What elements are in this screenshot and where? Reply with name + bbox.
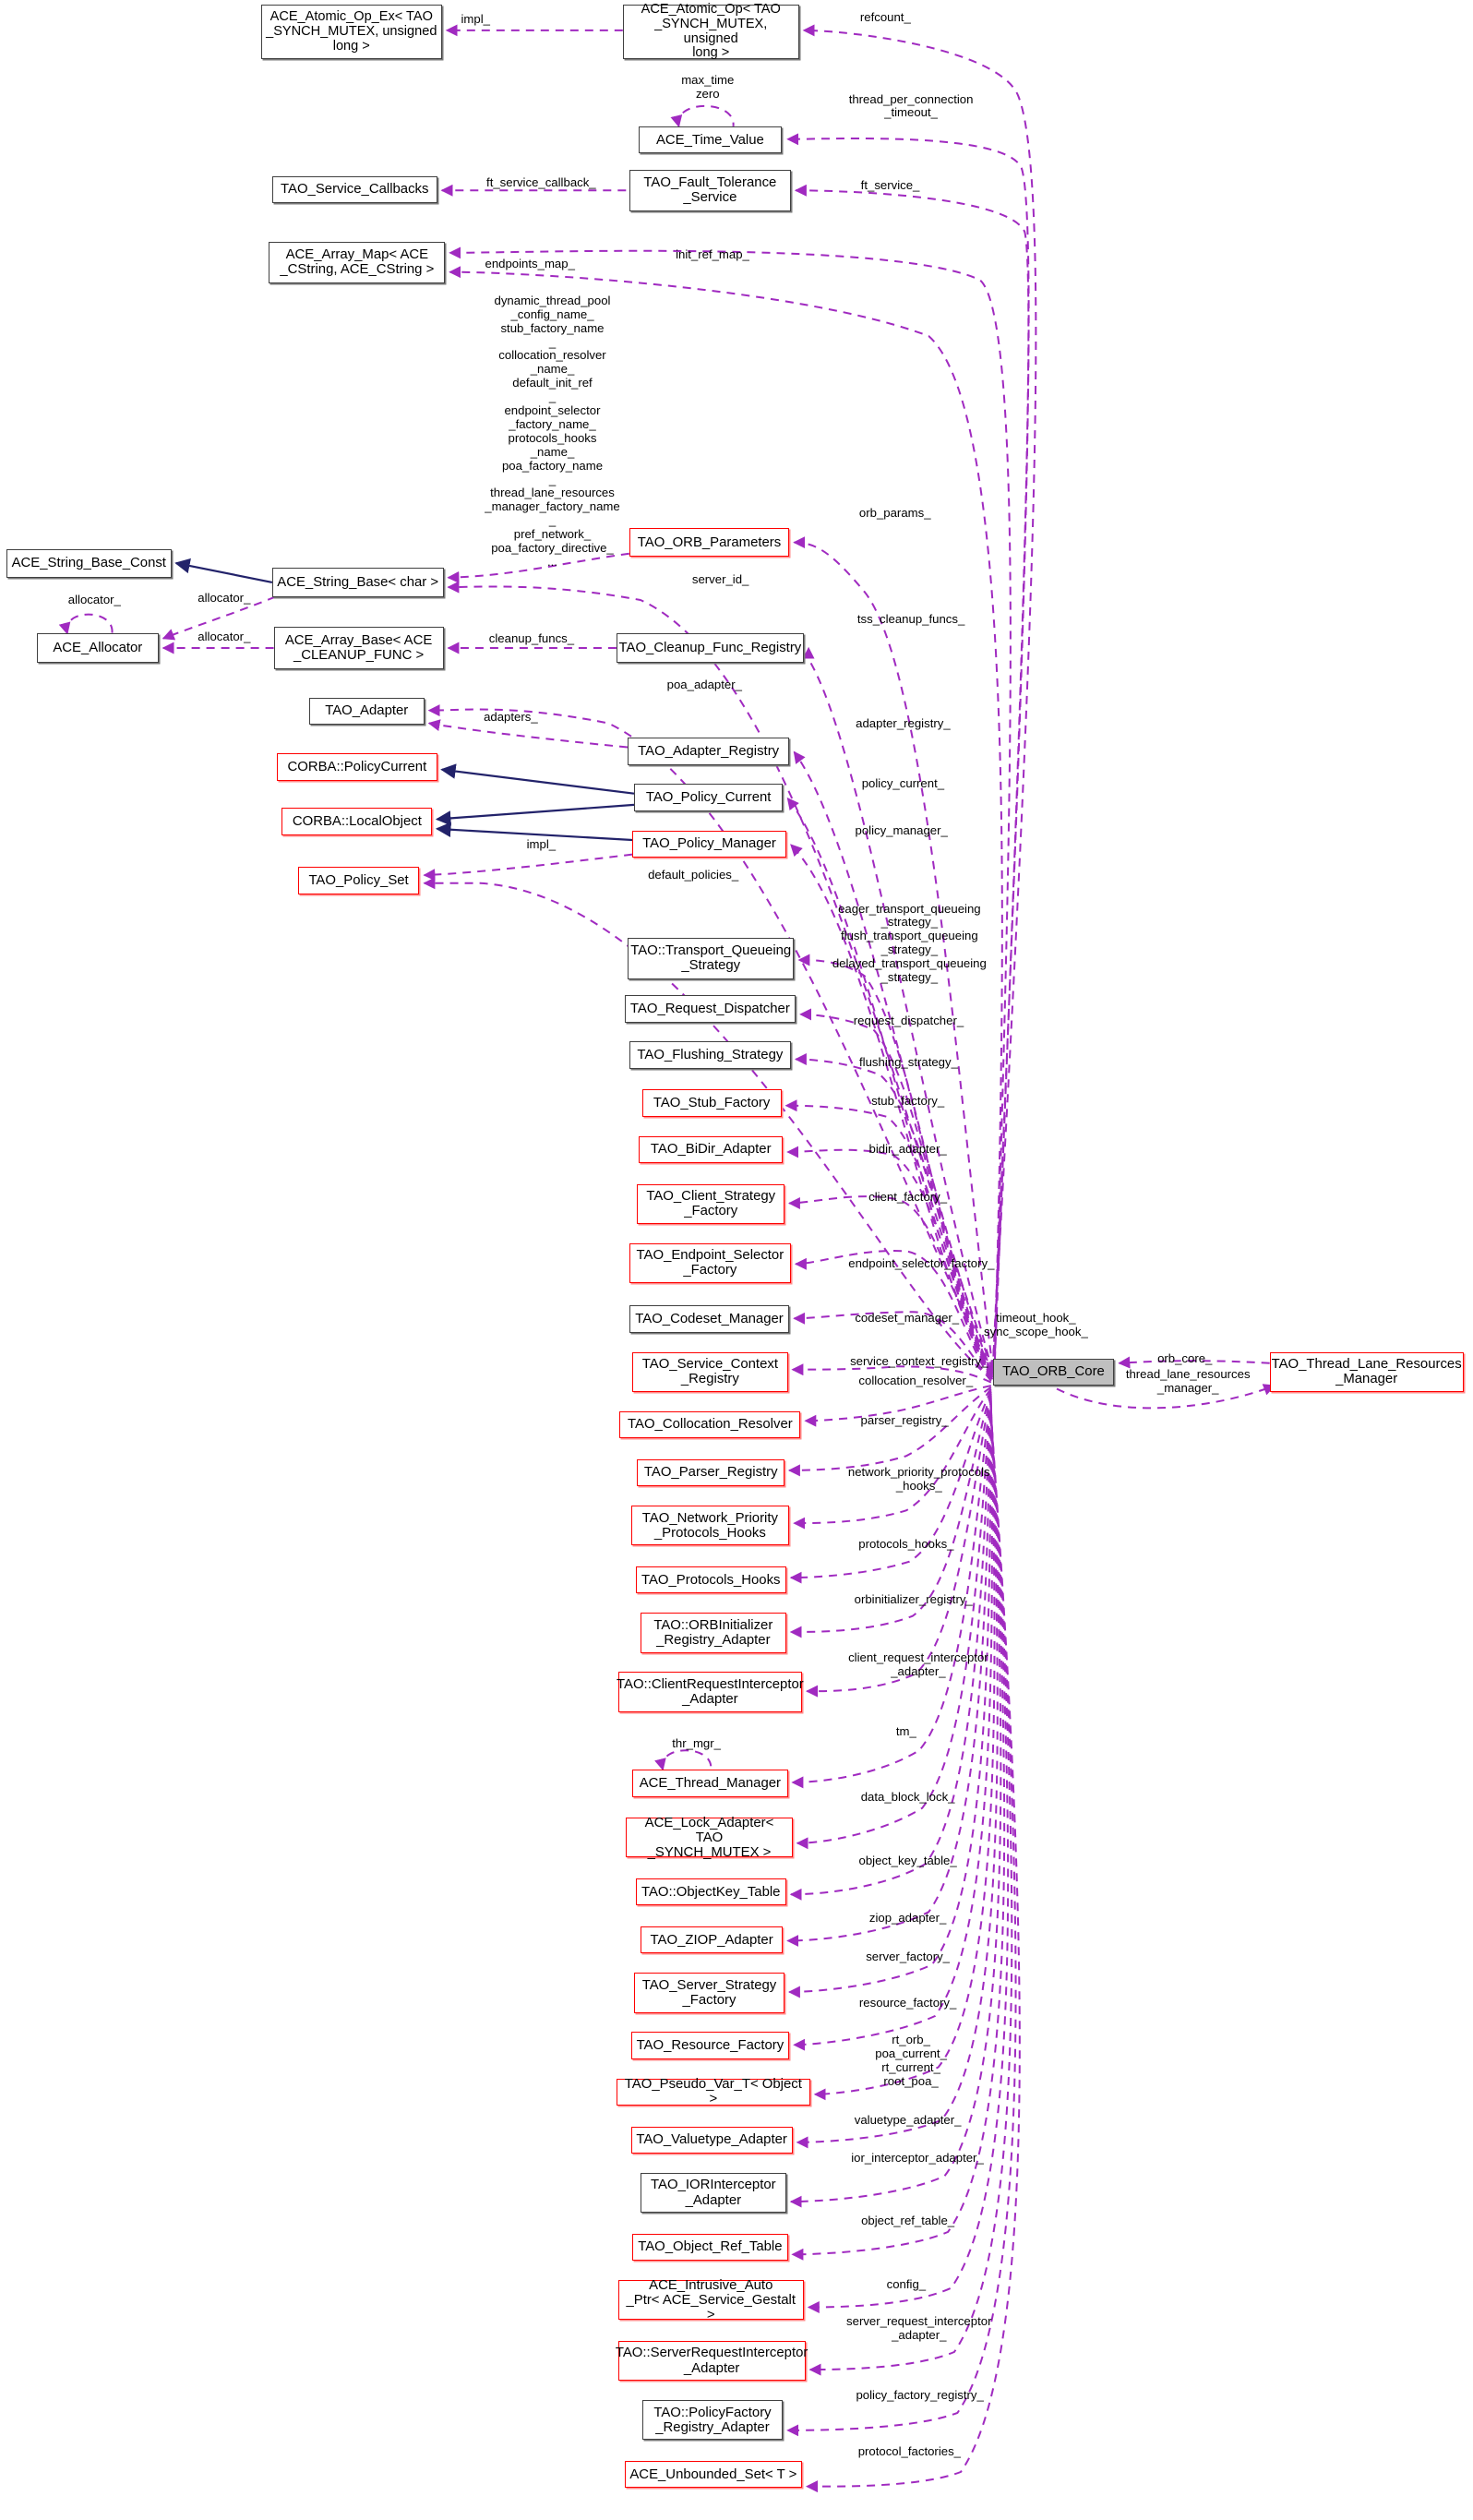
class-node-protocols_hooks[interactable]: TAO_Protocols_Hooks: [635, 1566, 786, 1594]
class-node-service_callbacks[interactable]: TAO_Service_Callbacks: [271, 175, 437, 204]
edge: [440, 763, 635, 795]
edge: [1118, 1356, 1270, 1369]
edge: [670, 104, 735, 128]
class-node-server_req_interceptor[interactable]: TAO::ServerRequestInterceptor _Adapter: [616, 2340, 808, 2382]
edge: [789, 1389, 992, 1584]
edge: [427, 719, 629, 749]
edge: [58, 613, 114, 635]
class-node-policy_set[interactable]: TAO_Policy_Set: [297, 867, 420, 894]
class-node-string_base_const[interactable]: ACE_String_Base_Const: [6, 548, 172, 578]
edge: [799, 1008, 992, 1372]
edge: [794, 1250, 992, 1380]
class-node-endpoint_selector[interactable]: TAO_Endpoint_Selector _Factory: [629, 1242, 791, 1284]
edge: [162, 595, 276, 641]
class-node-client_strategy[interactable]: TAO_Client_Strategy _Factory: [637, 1183, 785, 1224]
edge: [789, 1391, 992, 1638]
edge: [791, 1363, 992, 1384]
edge: [787, 1386, 992, 1477]
edge: [793, 750, 994, 1375]
class-node-collocation_resolver[interactable]: TAO_Collocation_Resolver: [619, 1410, 801, 1439]
class-node-orbinitializer[interactable]: TAO::ORBInitializer _Registry_Adapter: [640, 1613, 786, 1653]
edge: [786, 1399, 992, 1947]
class-node-orb_core[interactable]: TAO_ORB_Core: [992, 1358, 1115, 1386]
edge: [804, 1385, 992, 1427]
edge: [802, 646, 994, 1372]
edge: [807, 1410, 1010, 2313]
class-node-atomic_op[interactable]: ACE_Atomic_Op< TAO _SYNCH_MUTEX, unsigne…: [622, 2, 799, 60]
edge: [806, 1393, 992, 1698]
class-node-codeset_manager[interactable]: TAO_Codeset_Manager: [629, 1305, 790, 1333]
class-node-server_strategy[interactable]: TAO_Server_Strategy _Factory: [633, 1973, 785, 2013]
class-node-parser_registry[interactable]: TAO_Parser_Registry: [637, 1458, 785, 1487]
edge: [447, 552, 629, 583]
class-node-thread_lane[interactable]: TAO_Thread_Lane_Resources _Manager: [1269, 1351, 1464, 1392]
class-node-request_dispatcher[interactable]: TAO_Request_Dispatcher: [624, 995, 796, 1023]
class-node-policy_current[interactable]: TAO_Policy_Current: [633, 784, 784, 811]
edge: [423, 853, 633, 882]
edge: [813, 1404, 996, 2101]
class-node-fault_tolerance[interactable]: TAO_Fault_Tolerance _Service: [629, 169, 791, 211]
class-node-cleanup_registry[interactable]: TAO_Cleanup_Func_Registry: [616, 633, 804, 663]
edge: [174, 558, 273, 583]
collaboration-diagram-canvas: ACE_Atomic_Op_Ex< TAO _SYNCH_MUTEX, unsi…: [0, 0, 1473, 2520]
class-node-objectkey_table[interactable]: TAO::ObjectKey_Table: [635, 1878, 786, 1906]
class-node-allocator[interactable]: ACE_Allocator: [36, 633, 159, 663]
edge: [793, 536, 994, 1369]
class-node-policy_current_c[interactable]: CORBA::PolicyCurrent: [277, 753, 437, 781]
edge: [784, 1099, 992, 1375]
edge: [793, 1387, 992, 1530]
edge: [435, 822, 633, 842]
class-node-adapter_registry[interactable]: TAO_Adapter_Registry: [628, 738, 790, 765]
class-node-time_value[interactable]: ACE_Time_Value: [639, 126, 782, 154]
class-node-ziop_adapter[interactable]: TAO_ZIOP_Adapter: [640, 1926, 784, 1954]
class-node-orb_parameters[interactable]: TAO_ORB_Parameters: [629, 528, 790, 558]
class-node-string_base_char[interactable]: ACE_String_Base< char >: [271, 568, 444, 597]
class-node-policyfactory_registry[interactable]: TAO::PolicyFactory _Registry_Adapter: [641, 2400, 784, 2441]
class-node-transport_queueing[interactable]: TAO::Transport_Queueing _Strategy: [628, 937, 795, 979]
class-node-valuetype_adapter[interactable]: TAO_Valuetype_Adapter: [630, 2126, 793, 2154]
class-node-adapter[interactable]: TAO_Adapter: [308, 697, 425, 726]
edge: [786, 133, 1030, 1372]
edge: [793, 1311, 992, 1382]
class-node-object_ref_table[interactable]: TAO_Object_Ref_Table: [632, 2233, 788, 2262]
class-node-iorinterceptor[interactable]: TAO_IORInterceptor _Adapter: [640, 2172, 786, 2214]
class-node-network_priority[interactable]: TAO_Network_Priority _Protocols_Hooks: [630, 1506, 790, 1546]
edge: [1056, 1384, 1276, 1410]
edge: [806, 1415, 1021, 2493]
edge: [793, 1403, 993, 2051]
class-node-client_req_interceptor[interactable]: TAO::ClientRequestInterceptor _Adapter: [617, 1672, 804, 1712]
class-node-array_base[interactable]: ACE_Array_Base< ACE _CLEANUP_FUNC >: [273, 627, 444, 669]
class-node-array_map[interactable]: ACE_Array_Map< ACE _CString, ACE_CString…: [269, 241, 446, 283]
edge: [435, 803, 635, 826]
class-node-lock_adapter[interactable]: ACE_Lock_Adapter< TAO _SYNCH_MUTEX >: [626, 1815, 793, 1859]
class-node-policy_manager[interactable]: TAO_Policy_Manager: [632, 830, 786, 858]
class-node-stub_factory[interactable]: TAO_Stub_Factory: [641, 1089, 782, 1117]
edge: [796, 1406, 999, 2149]
class-node-bidir_adapter[interactable]: TAO_BiDir_Adapter: [639, 1135, 784, 1164]
class-node-resource_factory[interactable]: TAO_Resource_Factory: [630, 2032, 790, 2059]
edge: [787, 1195, 992, 1378]
edge: [789, 1398, 992, 1901]
class-node-flushing_strategy[interactable]: TAO_Flushing_Strategy: [629, 1041, 791, 1069]
class-node-local_object[interactable]: CORBA::LocalObject: [281, 808, 433, 835]
class-node-unbounded_set[interactable]: ACE_Unbounded_Set< T >: [624, 2460, 803, 2489]
class-node-service_context[interactable]: TAO_Service_Context _Registry: [632, 1351, 788, 1392]
class-node-atomic_op_ex[interactable]: ACE_Atomic_Op_Ex< TAO _SYNCH_MUTEX, unsi…: [260, 5, 442, 60]
edge: [654, 1749, 713, 1771]
edge: [791, 1395, 992, 1789]
class-node-pseudo_var[interactable]: TAO_Pseudo_Var_T< Object >: [616, 2077, 810, 2106]
class-node-intrusive_auto_ptr[interactable]: ACE_Intrusive_Auto _Ptr< ACE_Service_Ges…: [617, 2277, 804, 2322]
class-node-thread_manager[interactable]: ACE_Thread_Manager: [632, 1770, 788, 1797]
edge: [786, 1146, 992, 1377]
